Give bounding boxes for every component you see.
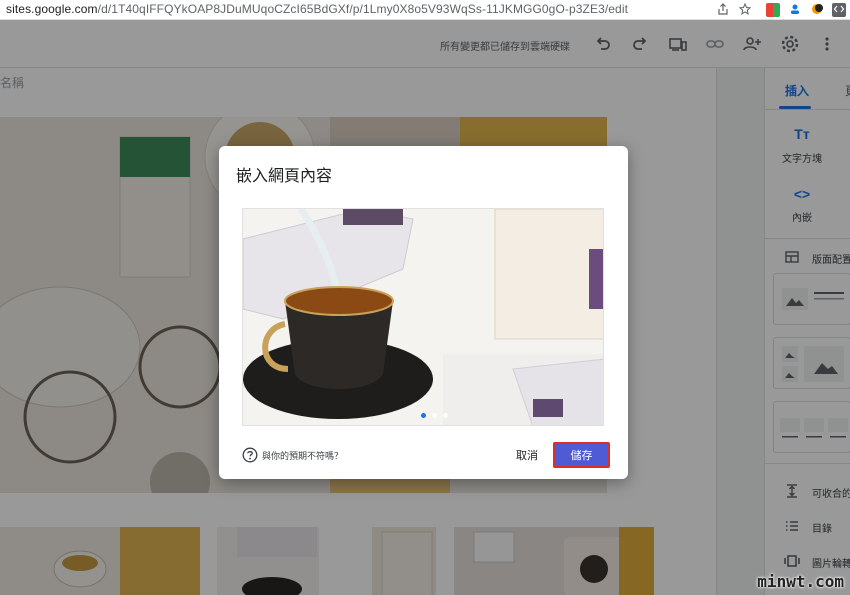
extension-profile-icon[interactable] bbox=[788, 3, 802, 17]
dialog-title: 嵌入網頁內容 bbox=[236, 168, 333, 185]
share-icon[interactable] bbox=[716, 3, 730, 17]
embed-dialog: 嵌入網頁內容 與你的預期不符嗎？ 取消 儲存 bbox=[219, 146, 628, 479]
extension-colorful-icon[interactable] bbox=[766, 3, 780, 17]
watermark: minwt.com bbox=[757, 572, 844, 591]
help-link[interactable]: 與你的預期不符嗎？ bbox=[262, 449, 343, 462]
carousel-indicator bbox=[421, 413, 461, 419]
extension-code-icon[interactable] bbox=[832, 3, 846, 17]
embed-preview-image[interactable] bbox=[242, 208, 604, 426]
bookmark-star-icon[interactable] bbox=[738, 2, 752, 17]
extension-moon-icon[interactable] bbox=[810, 3, 824, 17]
save-button[interactable]: 儲存 bbox=[553, 442, 610, 468]
address-url[interactable]: sites.google.com/d/1T40qIFFQYkOAP8JDuMUq… bbox=[6, 2, 628, 16]
cancel-button[interactable]: 取消 bbox=[516, 445, 538, 465]
browser-address-bar[interactable]: sites.google.com/d/1T40qIFFQYkOAP8JDuMUq… bbox=[0, 0, 850, 20]
help-question-icon[interactable] bbox=[242, 447, 258, 463]
